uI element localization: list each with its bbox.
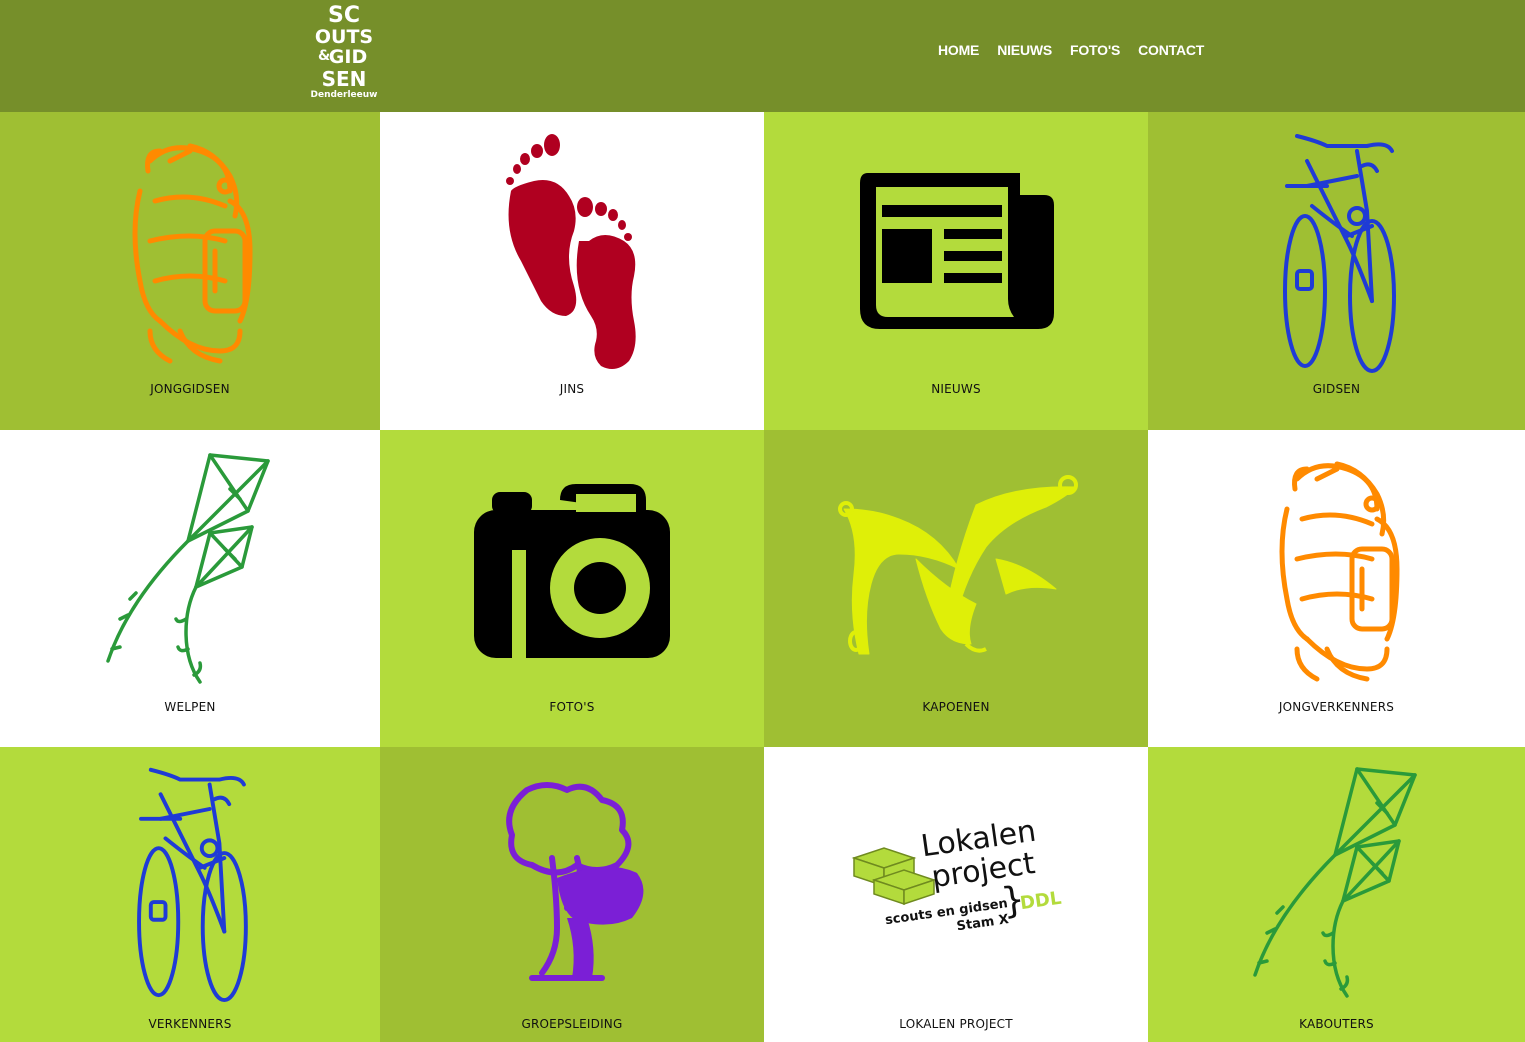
- tile-label: FOTO'S: [549, 700, 595, 714]
- tile-kabouters[interactable]: KABOUTERS: [1148, 747, 1525, 1042]
- tile-fotos[interactable]: FOTO'S: [380, 430, 764, 747]
- tile-label: LOKALEN PROJECT: [899, 1017, 1013, 1031]
- site-logo[interactable]: SC OUTS GID SEN & Denderleeuw: [310, 2, 378, 102]
- logo-subtitle: Denderleeuw: [310, 90, 378, 100]
- tile-label: VERKENNERS: [148, 1017, 232, 1031]
- tile-label: JINS: [559, 382, 585, 396]
- lokalen-project-logo: Lokalen project scouts en gidsen Stam X …: [851, 818, 1063, 934]
- banana-icon: [838, 474, 1078, 654]
- scouts-gidsen-logo-mark: SC OUTS GID SEN &: [315, 3, 373, 91]
- tile-groepsleiding[interactable]: GROEPSLEIDING: [380, 747, 764, 1042]
- newspaper-icon: [860, 173, 1054, 329]
- tile-lokalen-project[interactable]: Lokalen project scouts en gidsen Stam X …: [764, 747, 1148, 1042]
- logo-line-4: SEN: [322, 67, 367, 91]
- svg-text:&: &: [318, 48, 330, 64]
- backpack-icon: [1279, 461, 1399, 681]
- tile-label: NIEUWS: [931, 382, 981, 396]
- kite-icon: [106, 452, 270, 684]
- tile-label: WELPEN: [164, 700, 216, 714]
- logo-line-3: GID: [329, 46, 367, 68]
- nav-fotos[interactable]: FOTO'S: [1070, 42, 1120, 58]
- tile-gidsen[interactable]: GIDSEN: [1148, 112, 1525, 430]
- nav-nieuws[interactable]: NIEUWS: [997, 42, 1052, 58]
- logo-line-1: SC: [328, 3, 360, 28]
- tile-label: JONGVERKENNERS: [1278, 700, 1395, 714]
- logo-line-2: OUTS: [315, 26, 373, 48]
- tile-label: KABOUTERS: [1299, 1017, 1374, 1031]
- tile-welpen[interactable]: WELPEN: [0, 430, 380, 747]
- bicycle-icon: [1282, 134, 1396, 373]
- tile-verkenners[interactable]: VERKENNERS: [0, 747, 380, 1042]
- main-nav: HOME NIEUWS FOTO'S CONTACT: [938, 42, 1222, 58]
- site-header: SC OUTS GID SEN & Denderleeuw HOME NIEUW…: [0, 0, 1525, 112]
- nav-home[interactable]: HOME: [938, 42, 979, 58]
- tree-icon: [506, 781, 644, 981]
- tile-label: GROEPSLEIDING: [521, 1017, 623, 1031]
- tile-jins[interactable]: JINS: [380, 112, 764, 430]
- camera-icon: [474, 483, 670, 658]
- lokalen-mark: DDL: [1019, 887, 1063, 914]
- nav-contact[interactable]: CONTACT: [1138, 42, 1204, 58]
- tile-label: JONGGIDSEN: [150, 382, 230, 396]
- tile-jongverkenners[interactable]: JONGVERKENNERS: [1148, 430, 1525, 747]
- backpack-icon: [132, 143, 253, 364]
- tile-kapoenen[interactable]: KAPOENEN: [764, 430, 1148, 747]
- kite-icon: [1252, 766, 1417, 998]
- tile-label: GIDSEN: [1312, 382, 1361, 396]
- bicycle-icon: [137, 767, 248, 1003]
- tile-grid: JONGGIDSEN JINS NIEUWS GIDSEN WELPEN FOT…: [0, 112, 1525, 1042]
- tile-nieuws[interactable]: NIEUWS: [764, 112, 1148, 430]
- footprints-icon: [506, 134, 636, 370]
- tile-jonggidsen[interactable]: JONGGIDSEN: [0, 112, 380, 430]
- tile-label: KAPOENEN: [922, 700, 990, 714]
